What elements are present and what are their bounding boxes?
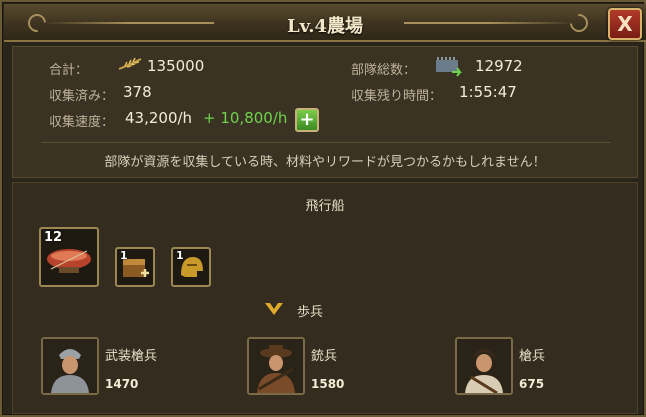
unit-portrait-spearman[interactable] (455, 337, 513, 395)
wheat-icon (118, 57, 142, 70)
farm-dialog: Lv.4農場 X 合計： 135000 収集済み： 378 収集速度： 43,2… (0, 0, 646, 417)
unit-portrait-armored-spearman[interactable] (41, 337, 99, 395)
speed-bonus: + 10,800/h (203, 109, 288, 127)
troops-label: 部隊総数： (351, 63, 417, 78)
unit-count: 1470 (105, 377, 139, 391)
close-button[interactable]: X (608, 8, 642, 40)
speed-value: 43,200/h (125, 109, 193, 127)
notice-text: 部隊が資源を収集している時、材料やリワードが見つかるかもしれません！ (104, 155, 546, 170)
unit-name: 銃兵 (311, 349, 338, 364)
reward-item-slot[interactable]: 1 (171, 247, 211, 287)
unit-name: 槍兵 (519, 349, 546, 364)
ornament-right-line (404, 22, 574, 24)
dialog-title: Lv.4農場 (286, 16, 364, 37)
title-bar: Lv.4農場 X (4, 4, 646, 42)
troops-value: 12972 (475, 57, 523, 75)
airship-count: 12 (44, 230, 63, 245)
infantry-heading: 歩兵 (297, 305, 324, 320)
troops-panel: 飛行船 12 1 1 歩兵 武装槍兵 1470 銃兵 1580 槍兵 675 (12, 182, 638, 414)
infantry-icon (265, 303, 283, 315)
reward-item-count: 1 (176, 249, 184, 262)
collected-label: 収集済み： (49, 89, 115, 104)
info-divider (41, 142, 611, 143)
unit-count: 675 (519, 377, 545, 391)
speed-boost-button[interactable]: + (295, 108, 319, 132)
unit-name: 武装槍兵 (105, 349, 158, 364)
total-label: 合計： (49, 63, 89, 78)
speed-label: 収集速度： (49, 115, 115, 130)
unit-portrait-musketeer[interactable] (247, 337, 305, 395)
collected-value: 378 (123, 83, 152, 101)
armored-spearman-icon (43, 339, 97, 393)
total-value: 135000 (147, 57, 205, 75)
remaining-value: 1:55:47 (459, 83, 517, 101)
collection-info-panel: 合計： 135000 収集済み： 378 収集速度： 43,200/h + 10… (12, 46, 638, 178)
material-item-slot[interactable]: 1 (115, 247, 155, 287)
material-item-count: 1 (120, 249, 128, 262)
musketeer-icon (249, 339, 303, 393)
spearman-icon (457, 339, 511, 395)
troops-icon (436, 57, 462, 77)
airship-heading: 飛行船 (305, 199, 345, 214)
airship-slot[interactable]: 12 (39, 227, 99, 287)
remaining-label: 収集残り時間： (351, 89, 443, 104)
unit-count: 1580 (311, 377, 345, 391)
